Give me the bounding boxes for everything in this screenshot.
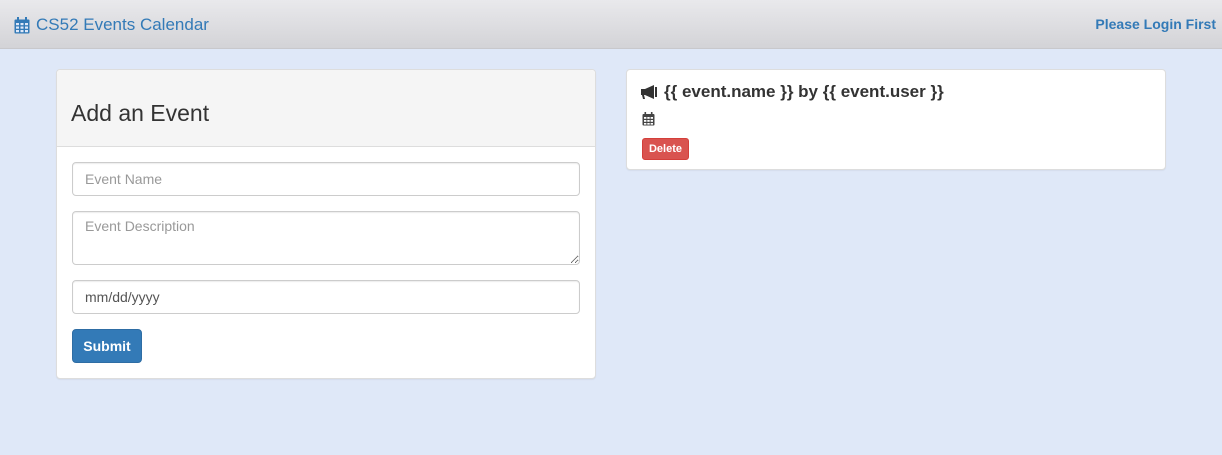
- add-event-panel: Add an Event mm/dd/yyyy Submit: [56, 69, 596, 379]
- event-title: {{ event.name }} by {{ event.user }}: [664, 82, 944, 101]
- event-name-input[interactable]: [72, 162, 580, 196]
- date-placeholder: mm/dd/yyyy: [85, 289, 160, 305]
- calendar-icon: [14, 16, 30, 34]
- panel-heading: Add an Event: [57, 70, 595, 147]
- form-heading: Add an Event: [71, 99, 210, 126]
- calendar-icon: [642, 112, 655, 126]
- megaphone-icon: [640, 84, 659, 100]
- login-link[interactable]: Please Login First: [1095, 16, 1216, 32]
- event-title-row: {{ event.name }} by {{ event.user }}: [640, 82, 944, 102]
- event-description-input[interactable]: [72, 211, 580, 265]
- submit-button[interactable]: Submit: [72, 329, 142, 363]
- event-card: {{ event.name }} by {{ event.user }} Del…: [626, 69, 1166, 170]
- brand-link[interactable]: CS52 Events Calendar: [14, 14, 209, 36]
- navbar: CS52 Events Calendar Please Login First: [0, 0, 1222, 49]
- brand-title: CS52 Events Calendar: [36, 15, 209, 34]
- delete-button[interactable]: Delete: [642, 138, 689, 160]
- event-date-input[interactable]: mm/dd/yyyy: [72, 280, 580, 314]
